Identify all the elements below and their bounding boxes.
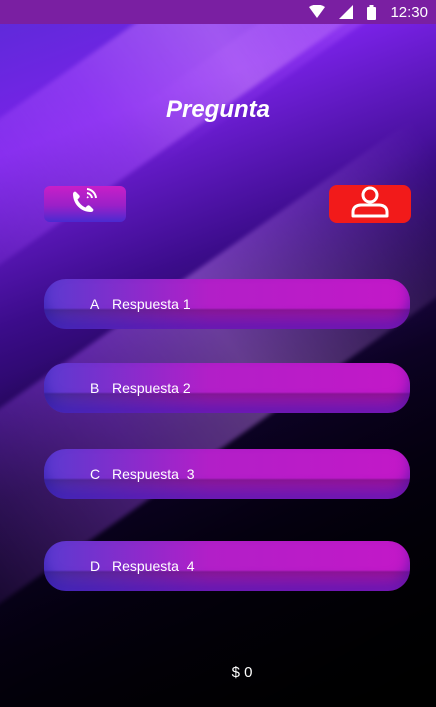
answer-letter: A <box>90 296 100 312</box>
answer-letter: D <box>90 558 101 574</box>
answer-letter: C <box>90 466 101 482</box>
answer-text: Respuesta 3 <box>112 466 195 482</box>
user-icon <box>347 186 393 223</box>
battery-icon <box>367 4 377 20</box>
status-bar: 12:30 <box>0 0 436 24</box>
wifi-icon <box>309 5 326 19</box>
answer-option-c[interactable]: C Respuesta 3 <box>44 449 410 499</box>
prize-money: $ 0 <box>231 664 253 681</box>
status-time: 12:30 <box>390 3 428 21</box>
answer-text: Respuesta 2 <box>112 380 191 396</box>
answer-option-a[interactable]: A Respuesta 1 <box>44 279 410 329</box>
answer-text: Respuesta 1 <box>112 296 191 312</box>
answer-text: Respuesta 4 <box>112 558 195 574</box>
signal-icon <box>339 5 354 19</box>
call-lifeline-button[interactable] <box>44 186 126 222</box>
answer-option-b[interactable]: B Respuesta 2 <box>44 363 410 413</box>
answer-option-d[interactable]: D Respuesta 4 <box>44 541 410 591</box>
phone-call-icon <box>67 187 103 221</box>
question-title: Pregunta <box>165 96 270 123</box>
answer-letter: B <box>90 380 100 396</box>
audience-lifeline-button[interactable] <box>329 185 411 223</box>
